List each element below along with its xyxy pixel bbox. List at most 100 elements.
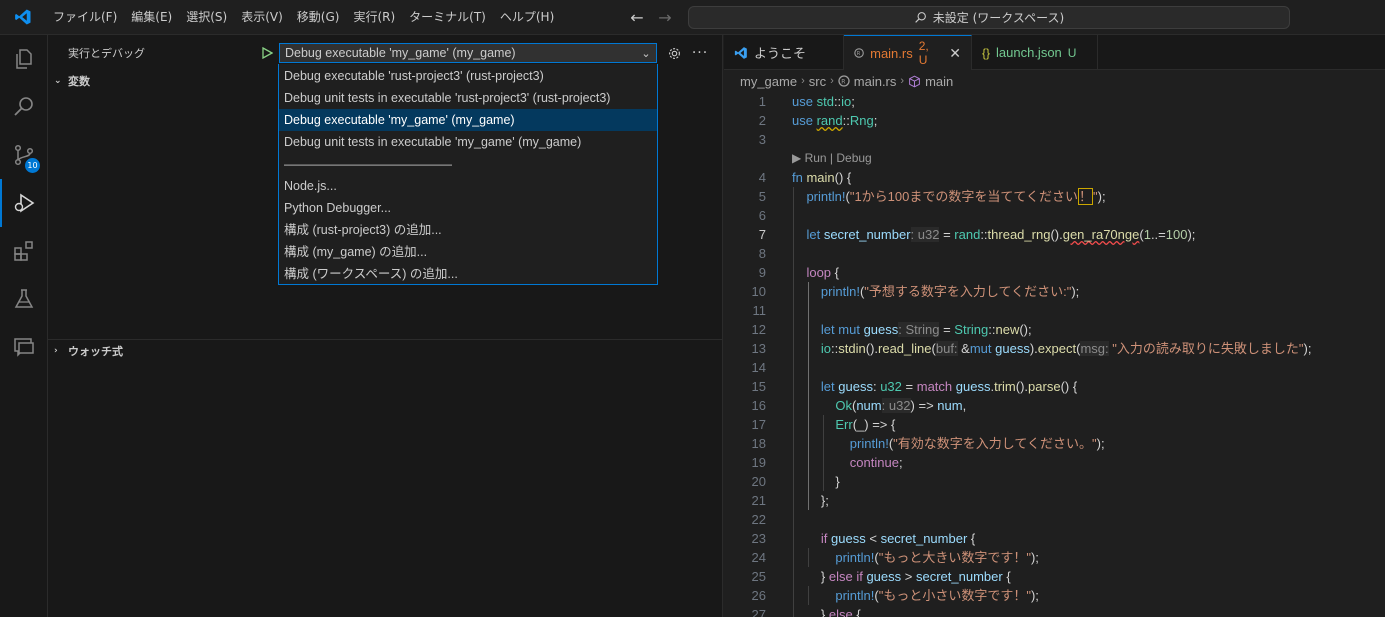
- chevron-right-icon: ›: [801, 75, 805, 87]
- code-line: println!("予想する数字を入力してください:");: [820, 284, 1080, 299]
- line-number: 9: [758, 265, 766, 280]
- menu-file[interactable]: ファイル(F): [46, 0, 124, 35]
- search-activity-icon[interactable]: [0, 83, 48, 131]
- code-line: io::stdin().read_line(buf: &mut guess).e…: [820, 341, 1312, 356]
- tab-main-rs[interactable]: R main.rs 2, U ✕: [844, 35, 972, 70]
- open-launch-json-gear-icon[interactable]: [665, 44, 683, 62]
- line-number: 15: [751, 379, 766, 394]
- line-number: 24: [751, 550, 766, 565]
- dropdown-option[interactable]: Debug executable 'rust-project3' (rust-p…: [279, 65, 657, 87]
- vscode-tab-icon: [734, 46, 747, 59]
- forward-arrow-icon[interactable]: →: [656, 8, 674, 27]
- breadcrumb-item[interactable]: my_game: [740, 74, 797, 89]
- line-number: 13: [751, 341, 766, 356]
- dropdown-option[interactable]: 構成 (my_game) の追加...: [279, 241, 657, 263]
- code-line: let secret_number: u32 = rand::thread_rn…: [806, 227, 1196, 242]
- vscode-logo-icon: [0, 0, 46, 35]
- code-line: loop {: [806, 265, 839, 280]
- code-line: } else {: [792, 607, 861, 617]
- menu-terminal[interactable]: ターミナル(T): [402, 0, 493, 35]
- menu-edit[interactable]: 編集(E): [124, 0, 179, 35]
- chevron-right-icon: ›: [830, 75, 834, 87]
- breadcrumb: my_game › src › R main.rs › main: [724, 70, 1385, 92]
- dropdown-option[interactable]: Node.js...: [279, 175, 657, 197]
- tab-welcome[interactable]: ようこそ: [724, 35, 844, 70]
- menu-selection[interactable]: 選択(S): [179, 0, 234, 35]
- navigation-arrows: ← →: [628, 0, 674, 35]
- menu-bar: ファイル(F) 編集(E) 選択(S) 表示(V) 移動(G) 実行(R) ター…: [46, 0, 561, 35]
- run-debug-codelens[interactable]: ▶ Run | Debug: [792, 149, 872, 168]
- more-actions-icon[interactable]: ···: [691, 44, 709, 62]
- tab-launch-json[interactable]: {} launch.json U: [972, 35, 1098, 70]
- menu-go[interactable]: 移動(G): [290, 0, 347, 35]
- start-debugging-button[interactable]: [258, 44, 276, 62]
- breadcrumb-item[interactable]: main: [925, 74, 953, 89]
- rust-file-icon: R: [838, 75, 850, 87]
- code-line: println!("もっと小さい数字です！");: [835, 588, 1039, 603]
- code-line: } else if guess > secret_number {: [792, 569, 1011, 584]
- tab-modified-status: U: [1067, 45, 1077, 60]
- line-number: 4: [758, 170, 766, 185]
- line-number: 5: [758, 189, 766, 204]
- explorer-icon[interactable]: [0, 35, 48, 83]
- code-line: let mut guess: String = String::new();: [820, 322, 1032, 337]
- selected-config-label: Debug executable 'my_game' (my_game): [285, 46, 516, 60]
- dropdown-option[interactable]: Debug unit tests in executable 'rust-pro…: [279, 87, 657, 109]
- code-line: Err(_) => {: [835, 417, 896, 432]
- dropdown-option[interactable]: 構成 (rust-project3) の追加...: [279, 219, 657, 241]
- line-number: 18: [751, 436, 766, 451]
- dropdown-option[interactable]: 構成 (ワークスペース) の追加...: [279, 263, 657, 285]
- dropdown-option[interactable]: Python Debugger...: [279, 197, 657, 219]
- launch-config-select[interactable]: Debug executable 'my_game' (my_game) ⌄: [279, 43, 657, 63]
- svg-text:R: R: [841, 79, 845, 86]
- menu-help[interactable]: ヘルプ(H): [493, 0, 561, 35]
- line-number: 19: [751, 455, 766, 470]
- testing-flask-icon[interactable]: [0, 275, 48, 323]
- line-number: 3: [758, 132, 766, 147]
- tab-label: launch.json: [996, 45, 1062, 60]
- code-line: println!("1から100までの数字を当ててください！");: [806, 188, 1106, 205]
- json-file-icon: {}: [982, 45, 991, 60]
- code-line: let guess: u32 = match guess.trim().pars…: [820, 379, 1078, 394]
- dropdown-option[interactable]: Debug unit tests in executable 'my_game'…: [279, 131, 657, 153]
- line-number: 21: [751, 493, 766, 508]
- remote-chat-icon[interactable]: [0, 323, 48, 371]
- back-arrow-icon[interactable]: ←: [628, 8, 646, 27]
- tab-modified-status: 2, U: [918, 39, 929, 67]
- breadcrumb-item[interactable]: main.rs: [854, 74, 897, 89]
- activity-bar: 10: [0, 35, 48, 617]
- line-number: 27: [751, 607, 766, 617]
- code-editor[interactable]: 1 use std::io; 2 use rand::Rng; 3 ▶ Run | …: [724, 92, 1385, 617]
- dropdown-option-selected[interactable]: Debug executable 'my_game' (my_game): [279, 109, 657, 131]
- launch-config-dropdown: Debug executable 'rust-project3' (rust-p…: [278, 64, 658, 285]
- line-number: 23: [751, 531, 766, 546]
- breadcrumb-item[interactable]: src: [809, 74, 826, 89]
- code-line: fn main() {: [792, 170, 852, 185]
- code-line: use std::io;: [792, 94, 855, 109]
- command-center-label: 未設定 (ワークスペース): [932, 11, 1065, 25]
- code-line: Ok(num: u32) => num,: [835, 398, 967, 413]
- chevron-right-icon: ›: [900, 75, 905, 87]
- line-number: 26: [751, 588, 766, 603]
- command-center[interactable]: 未設定 (ワークスペース): [688, 6, 1290, 29]
- watch-section-header[interactable]: › ウォッチ式: [48, 339, 723, 361]
- tab-label: main.rs: [870, 45, 913, 61]
- menu-view[interactable]: 表示(V): [234, 0, 290, 35]
- line-number-current: 7: [758, 227, 766, 242]
- sidebar-title: 実行とデバッグ: [68, 47, 145, 60]
- line-number: 17: [751, 417, 766, 432]
- line-number: 22: [751, 512, 766, 527]
- menu-run[interactable]: 実行(R): [346, 0, 402, 35]
- line-number: 2: [758, 113, 766, 128]
- close-icon[interactable]: ✕: [949, 45, 961, 62]
- source-control-icon[interactable]: 10: [0, 131, 48, 179]
- launch-config-row: Debug executable 'my_game' (my_game) ⌄ ·…: [258, 43, 709, 63]
- code-line: continue;: [849, 455, 903, 470]
- line-number: 11: [752, 303, 767, 318]
- variables-label: 変数: [68, 75, 90, 88]
- scm-badge: 10: [25, 158, 40, 173]
- function-cube-icon: [909, 75, 920, 87]
- code-line: println!("もっと大きい数字です！");: [835, 550, 1039, 565]
- extensions-icon[interactable]: [0, 227, 48, 275]
- run-debug-icon[interactable]: [0, 179, 48, 227]
